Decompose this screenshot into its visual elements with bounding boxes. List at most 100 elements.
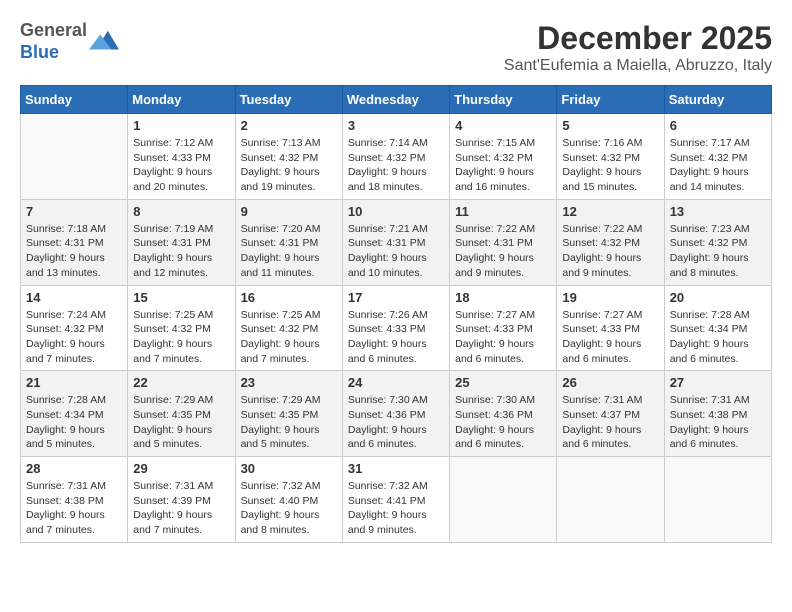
day-number: 22: [133, 375, 229, 390]
day-number: 30: [241, 461, 337, 476]
calendar-cell: 19Sunrise: 7:27 AMSunset: 4:33 PMDayligh…: [557, 285, 664, 371]
day-info: Sunrise: 7:15 AMSunset: 4:32 PMDaylight:…: [455, 136, 551, 195]
calendar-cell: [557, 457, 664, 543]
day-number: 2: [241, 118, 337, 133]
calendar-cell: [664, 457, 771, 543]
day-number: 26: [562, 375, 658, 390]
calendar-cell: 17 Sunrise: 7:26 AMSunset: 4:33 PMDayligh…: [342, 285, 449, 371]
calendar-cell: 7 Sunrise: 7:18 AMSunset: 4:31 PMDaylight…: [21, 199, 128, 285]
day-number: 14: [26, 290, 122, 305]
day-number: 4: [455, 118, 551, 133]
day-number: 12: [562, 204, 658, 219]
calendar-cell: 26Sunrise: 7:31 AMSunset: 4:37 PMDayligh…: [557, 371, 664, 457]
day-number: 6: [670, 118, 766, 133]
page-header: General Blue December 2025 Sant'Eufemia …: [20, 20, 772, 75]
calendar-body: 1 Sunrise: 7:12 AMSunset: 4:33 PMDaylight…: [21, 114, 772, 543]
calendar-cell: 16 Sunrise: 7:25 AMSunset: 4:32 PMDayligh…: [235, 285, 342, 371]
day-number: 8: [133, 204, 229, 219]
calendar-cell: 28Sunrise: 7:31 AMSunset: 4:38 PMDayligh…: [21, 457, 128, 543]
day-info: Sunrise: 7:18 AMSunset: 4:31 PMDaylight:…: [26, 222, 122, 281]
calendar-cell: 30Sunrise: 7:32 AMSunset: 4:40 PMDayligh…: [235, 457, 342, 543]
day-info: Sunrise: 7:31 AMSunset: 4:38 PMDaylight:…: [26, 479, 122, 538]
calendar-cell: 20Sunrise: 7:28 AMSunset: 4:34 PMDayligh…: [664, 285, 771, 371]
header-sunday: Sunday: [21, 86, 128, 114]
day-number: 24: [348, 375, 444, 390]
day-info: Sunrise: 7:24 AMSunset: 4:32 PMDaylight:…: [26, 308, 122, 367]
calendar-week-row: 14 Sunrise: 7:24 AMSunset: 4:32 PMDayligh…: [21, 285, 772, 371]
calendar-cell: 21 Sunrise: 7:28 AMSunset: 4:34 PMDayligh…: [21, 371, 128, 457]
calendar-cell: 8 Sunrise: 7:19 AMSunset: 4:31 PMDaylight…: [128, 199, 235, 285]
calendar-cell: 22Sunrise: 7:29 AMSunset: 4:35 PMDayligh…: [128, 371, 235, 457]
day-number: 17: [348, 290, 444, 305]
calendar-cell: 6 Sunrise: 7:17 AMSunset: 4:32 PMDaylight…: [664, 114, 771, 200]
day-number: 23: [241, 375, 337, 390]
day-number: 1: [133, 118, 229, 133]
day-number: 18: [455, 290, 551, 305]
month-title: December 2025: [504, 20, 772, 57]
calendar-table: SundayMondayTuesdayWednesdayThursdayFrid…: [20, 85, 772, 543]
calendar-cell: 23 Sunrise: 7:29 AMSunset: 4:35 PMDayligh…: [235, 371, 342, 457]
day-info: Sunrise: 7:30 AMSunset: 4:36 PMDaylight:…: [348, 393, 444, 452]
day-info: Sunrise: 7:12 AMSunset: 4:33 PMDaylight:…: [133, 136, 229, 195]
calendar-cell: 15 Sunrise: 7:25 AMSunset: 4:32 PMDayligh…: [128, 285, 235, 371]
day-info: Sunrise: 7:32 AMSunset: 4:41 PMDaylight:…: [348, 479, 444, 538]
day-number: 31: [348, 461, 444, 476]
calendar-cell: 29Sunrise: 7:31 AMSunset: 4:39 PMDayligh…: [128, 457, 235, 543]
calendar-cell: 31 Sunrise: 7:32 AMSunset: 4:41 PMDayligh…: [342, 457, 449, 543]
calendar-week-row: 28Sunrise: 7:31 AMSunset: 4:38 PMDayligh…: [21, 457, 772, 543]
day-number: 10: [348, 204, 444, 219]
calendar-cell: [450, 457, 557, 543]
day-info: Sunrise: 7:23 AMSunset: 4:32 PMDaylight:…: [670, 222, 766, 281]
header-monday: Monday: [128, 86, 235, 114]
day-number: 27: [670, 375, 766, 390]
logo-general-text: General: [20, 20, 87, 40]
calendar-week-row: 7 Sunrise: 7:18 AMSunset: 4:31 PMDaylight…: [21, 199, 772, 285]
day-info: Sunrise: 7:17 AMSunset: 4:32 PMDaylight:…: [670, 136, 766, 195]
day-number: 19: [562, 290, 658, 305]
day-info: Sunrise: 7:31 AMSunset: 4:39 PMDaylight:…: [133, 479, 229, 538]
day-info: Sunrise: 7:30 AMSunset: 4:36 PMDaylight:…: [455, 393, 551, 452]
day-info: Sunrise: 7:29 AMSunset: 4:35 PMDaylight:…: [241, 393, 337, 452]
day-info: Sunrise: 7:14 AMSunset: 4:32 PMDaylight:…: [348, 136, 444, 195]
day-number: 9: [241, 204, 337, 219]
location-subtitle: Sant'Eufemia a Maiella, Abruzzo, Italy: [504, 57, 772, 75]
logo-icon: [89, 27, 119, 57]
day-number: 7: [26, 204, 122, 219]
calendar-cell: 14 Sunrise: 7:24 AMSunset: 4:32 PMDayligh…: [21, 285, 128, 371]
calendar-cell: 27 Sunrise: 7:31 AMSunset: 4:38 PMDayligh…: [664, 371, 771, 457]
calendar-cell: 25 Sunrise: 7:30 AMSunset: 4:36 PMDayligh…: [450, 371, 557, 457]
calendar-cell: 18 Sunrise: 7:27 AMSunset: 4:33 PMDayligh…: [450, 285, 557, 371]
day-number: 5: [562, 118, 658, 133]
calendar-cell: 24 Sunrise: 7:30 AMSunset: 4:36 PMDayligh…: [342, 371, 449, 457]
day-number: 25: [455, 375, 551, 390]
calendar-week-row: 21 Sunrise: 7:28 AMSunset: 4:34 PMDayligh…: [21, 371, 772, 457]
calendar-cell: 11Sunrise: 7:22 AMSunset: 4:31 PMDayligh…: [450, 199, 557, 285]
day-info: Sunrise: 7:28 AMSunset: 4:34 PMDaylight:…: [26, 393, 122, 452]
header-thursday: Thursday: [450, 86, 557, 114]
day-info: Sunrise: 7:26 AMSunset: 4:33 PMDaylight:…: [348, 308, 444, 367]
calendar-week-row: 1 Sunrise: 7:12 AMSunset: 4:33 PMDaylight…: [21, 114, 772, 200]
calendar-cell: 2Sunrise: 7:13 AMSunset: 4:32 PMDaylight…: [235, 114, 342, 200]
day-info: Sunrise: 7:22 AMSunset: 4:31 PMDaylight:…: [455, 222, 551, 281]
day-info: Sunrise: 7:22 AMSunset: 4:32 PMDaylight:…: [562, 222, 658, 281]
logo: General Blue: [20, 20, 119, 63]
day-info: Sunrise: 7:25 AMSunset: 4:32 PMDaylight:…: [133, 308, 229, 367]
header-saturday: Saturday: [664, 86, 771, 114]
calendar-header: SundayMondayTuesdayWednesdayThursdayFrid…: [21, 86, 772, 114]
day-number: 15: [133, 290, 229, 305]
logo-blue-text: Blue: [20, 42, 59, 62]
calendar-cell: 13 Sunrise: 7:23 AMSunset: 4:32 PMDayligh…: [664, 199, 771, 285]
day-number: 20: [670, 290, 766, 305]
header-tuesday: Tuesday: [235, 86, 342, 114]
day-info: Sunrise: 7:25 AMSunset: 4:32 PMDaylight:…: [241, 308, 337, 367]
day-info: Sunrise: 7:27 AMSunset: 4:33 PMDaylight:…: [455, 308, 551, 367]
day-info: Sunrise: 7:16 AMSunset: 4:32 PMDaylight:…: [562, 136, 658, 195]
calendar-cell: 4 Sunrise: 7:15 AMSunset: 4:32 PMDaylight…: [450, 114, 557, 200]
calendar-cell: [21, 114, 128, 200]
day-info: Sunrise: 7:31 AMSunset: 4:38 PMDaylight:…: [670, 393, 766, 452]
day-number: 13: [670, 204, 766, 219]
day-number: 21: [26, 375, 122, 390]
day-info: Sunrise: 7:19 AMSunset: 4:31 PMDaylight:…: [133, 222, 229, 281]
calendar-cell: 3Sunrise: 7:14 AMSunset: 4:32 PMDaylight…: [342, 114, 449, 200]
day-number: 16: [241, 290, 337, 305]
